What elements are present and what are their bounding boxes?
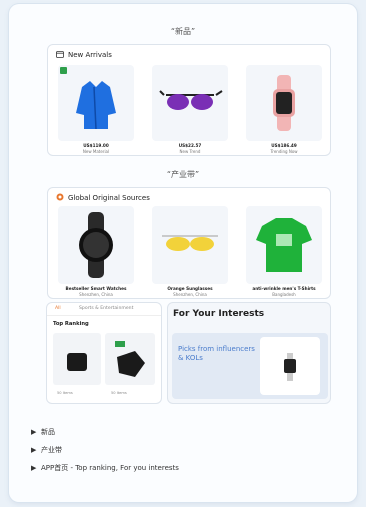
interests-banner[interactable]: Picks from influencers & KOLs [172, 333, 328, 399]
ranking-item-2[interactable] [105, 333, 155, 385]
page-container: “新品” New Arrivals US$119.00 New Material [9, 4, 357, 502]
source-sub-3: Bangladesh [272, 292, 296, 297]
ranking-item-1[interactable] [53, 333, 101, 385]
tile-price-3: US$186.49 [271, 143, 297, 148]
tab-all[interactable]: All [55, 306, 61, 311]
tile-price-1: US$119.00 [83, 143, 109, 148]
tag-icon [60, 67, 67, 74]
global-sources-card[interactable]: Global Original Sources Bestseller Smart… [47, 187, 331, 299]
interests-title: For Your Interests [173, 309, 265, 319]
top-ranking-card[interactable]: All Sports & Entertainment Top Ranking 5… [46, 302, 162, 404]
jacket-image [76, 81, 116, 130]
new-arrivals-title: New Arrivals [68, 51, 112, 59]
source-sub-1: Shenzhen, China [79, 292, 113, 297]
orange-sunglasses-image [162, 235, 218, 251]
global-sources-title: Global Original Sources [68, 194, 150, 202]
tile-sub-2: New Trend [179, 149, 201, 154]
calendar-icon [56, 50, 64, 60]
tile-price-2: US$22.57 [178, 143, 202, 148]
ranking-tabs: All Sports & Entertainment [47, 303, 161, 316]
globe-icon [56, 193, 64, 203]
smartwatch-image [273, 75, 295, 131]
product-tile-jacket[interactable] [58, 65, 134, 141]
source-tile-watch[interactable] [58, 206, 134, 284]
accessory-image [115, 341, 145, 377]
ranking-caption-2: 50 Items [111, 391, 127, 395]
source-title-3: anti-wrinkle men's T-Shirts [252, 286, 316, 291]
triangle-right-icon: ▶ [31, 428, 37, 436]
interests-body: Picks from influencers & KOLs [178, 345, 255, 362]
speaker-image [67, 353, 87, 371]
source-title-1: Bestseller Smart Watches [65, 286, 127, 291]
product-tile-sunglasses[interactable] [152, 65, 228, 141]
ranking-title: Top Ranking [53, 321, 89, 327]
black-watch-image [79, 212, 113, 278]
triangle-right-icon: ▶ [31, 464, 37, 472]
source-tile-tshirt[interactable] [246, 206, 322, 284]
global-sources-header: Global Original Sources [56, 193, 150, 203]
source-title-2: Orange Sunglasses [167, 286, 213, 291]
watch-thumbnail [284, 353, 296, 381]
sunglasses-image [159, 90, 223, 110]
green-tshirt-image [256, 218, 312, 272]
tile-sub-1: New Material [82, 149, 110, 154]
interests-card[interactable]: For Your Interests Picks from influencer… [167, 302, 331, 404]
tab-sports[interactable]: Sports & Entertainment [79, 306, 133, 311]
interests-product-image [260, 337, 320, 395]
tile-sub-3: Trending Now [270, 149, 298, 154]
source-sub-2: Shenzhen, China [173, 292, 207, 297]
bullet-item-1: ▶ 新品 [31, 428, 55, 436]
bullet-item-2: ▶ 产业带 [31, 446, 62, 454]
source-tile-sunglasses[interactable] [152, 206, 228, 284]
section-title-industry: “产业带” [166, 170, 200, 179]
product-tile-smartwatch[interactable] [246, 65, 322, 141]
ranking-caption-1: 50 Items [57, 391, 73, 395]
section-title-new: “新品” [170, 27, 196, 36]
new-arrivals-header: New Arrivals [56, 50, 112, 60]
new-arrivals-card[interactable]: New Arrivals US$119.00 New Material US$2… [47, 44, 331, 156]
bullet-item-3: ▶ APP首页 - Top ranking, For you interests [31, 464, 179, 472]
triangle-right-icon: ▶ [31, 446, 37, 454]
